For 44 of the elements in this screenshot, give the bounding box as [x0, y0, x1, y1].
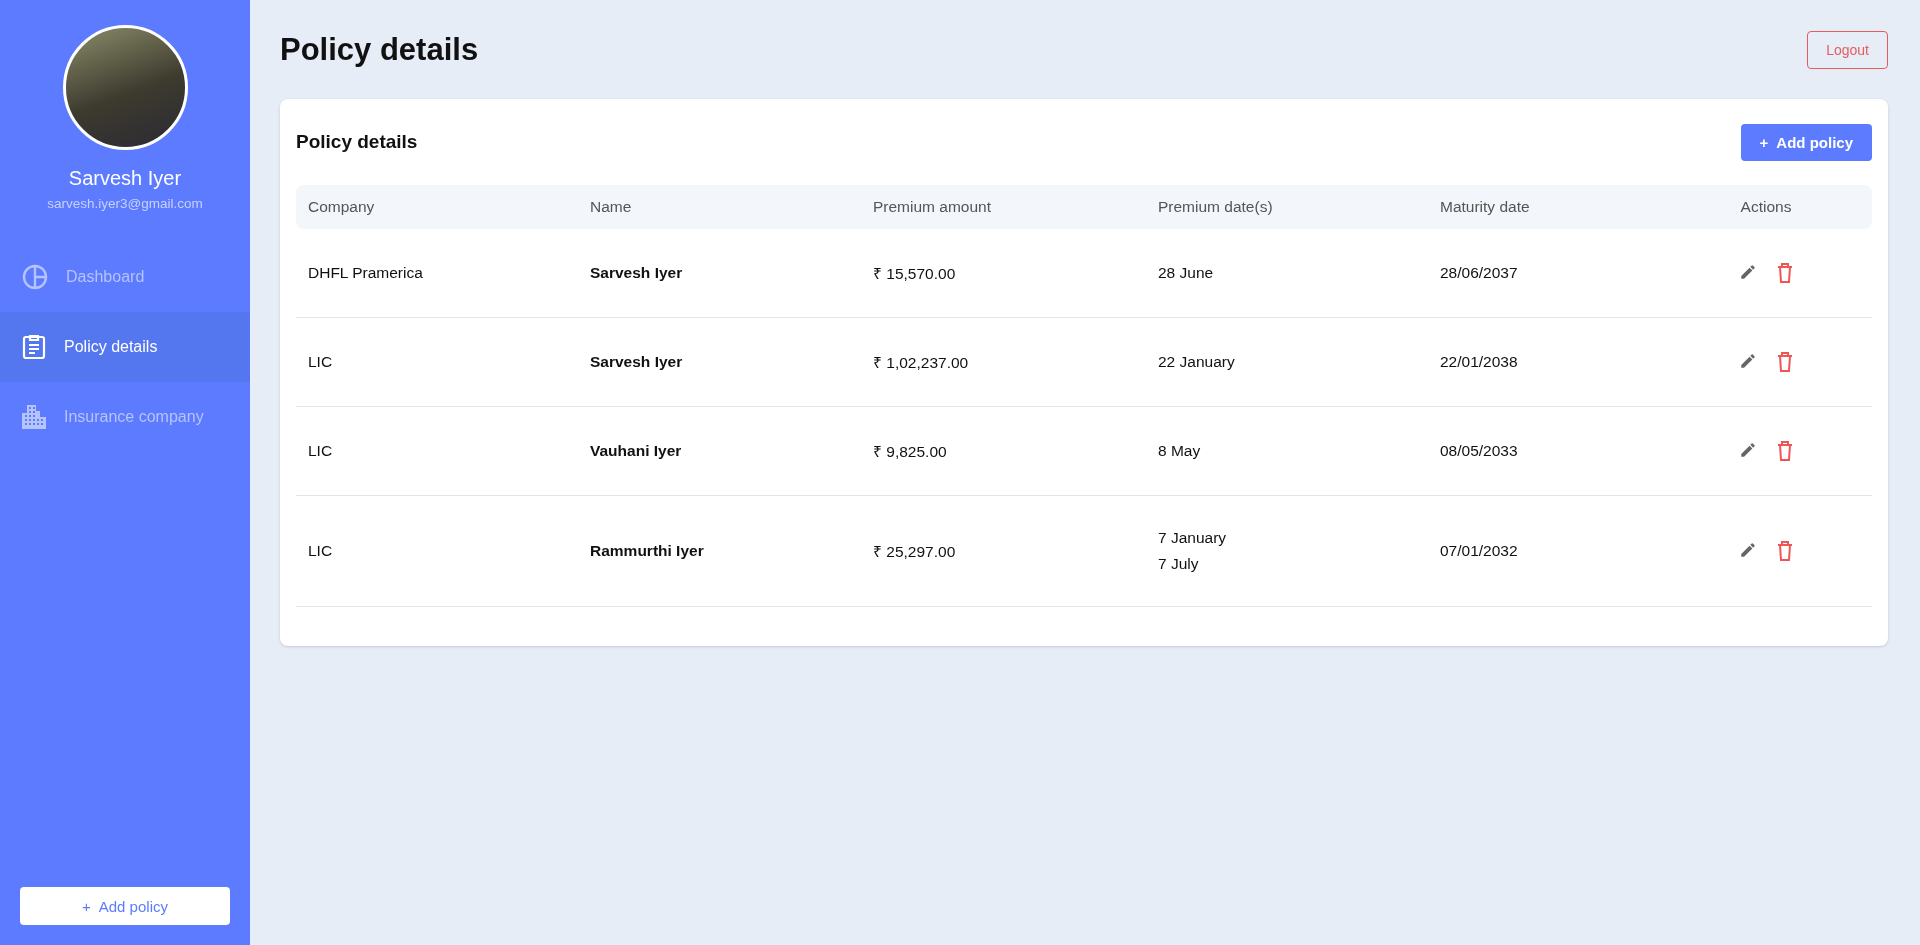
table-cell-text: ₹ 9,825.00: [872, 442, 948, 462]
table-cell-text: 22 January: [1158, 353, 1236, 371]
table-cell-text: Sarvesh Iyer: [589, 264, 684, 282]
card-title: Policy details: [296, 131, 418, 153]
table-cell-text: 8 May: [1158, 442, 1202, 460]
sidebar-item[interactable]: Policy details: [0, 312, 250, 382]
column-header: Company: [307, 198, 376, 216]
sidebar-item[interactable]: Insurance company: [0, 382, 250, 452]
table-cell-text: LIC: [307, 353, 334, 371]
clipboard-icon: [22, 334, 46, 360]
table-cell-text: 22/01/2038: [1439, 353, 1519, 371]
add-policy-button[interactable]: + Add policy: [1740, 123, 1872, 161]
table-cell-text: 7 July: [1158, 555, 1200, 573]
delete-button[interactable]: [1777, 541, 1793, 561]
table-cell-text: LIC: [307, 442, 334, 460]
logout-button[interactable]: Logout: [1807, 30, 1888, 69]
table-cell-text: 07/01/2032: [1439, 542, 1519, 560]
add-policy-button[interactable]: + Add policy: [20, 887, 230, 925]
table-cell-text: 08/05/2033: [1439, 442, 1519, 460]
user-email: sarvesh.iyer3@gmail.com: [46, 196, 204, 211]
table-cell-text: 28 June: [1158, 264, 1215, 282]
delete-button[interactable]: [1777, 441, 1793, 461]
table-cell-text: Rammurthi Iyer: [589, 542, 705, 560]
column-header: Actions: [1739, 198, 1793, 216]
table-cell-text: 28/06/2037: [1439, 264, 1519, 282]
building-icon: [22, 405, 46, 429]
table-cell-text: ₹ 25,297.00: [872, 542, 957, 562]
sidebar-item[interactable]: Dashboard: [0, 242, 250, 312]
column-header: Premium date(s): [1157, 198, 1274, 216]
delete-button[interactable]: [1777, 352, 1793, 372]
column-header: Name: [589, 198, 633, 216]
table-cell-text: DHFL Pramerica: [307, 264, 424, 282]
page-title: Policy details: [280, 31, 479, 68]
table-cell-text: LIC: [307, 542, 334, 560]
table-cell-text: Sarvesh Iyer: [589, 353, 684, 371]
table-cell-text: ₹ 1,02,237.00: [872, 353, 970, 373]
pie-chart-icon: [22, 264, 48, 290]
table-cell-text: ₹ 15,570.00: [872, 264, 957, 284]
delete-button[interactable]: [1777, 263, 1793, 283]
user-name: Sarvesh Iyer: [67, 167, 183, 190]
table-cell-text: 7 January: [1158, 529, 1228, 547]
column-header: Premium amount: [872, 198, 992, 216]
column-header: Maturity date: [1439, 198, 1531, 216]
table-cell-text: Vauhani Iyer: [589, 442, 683, 460]
